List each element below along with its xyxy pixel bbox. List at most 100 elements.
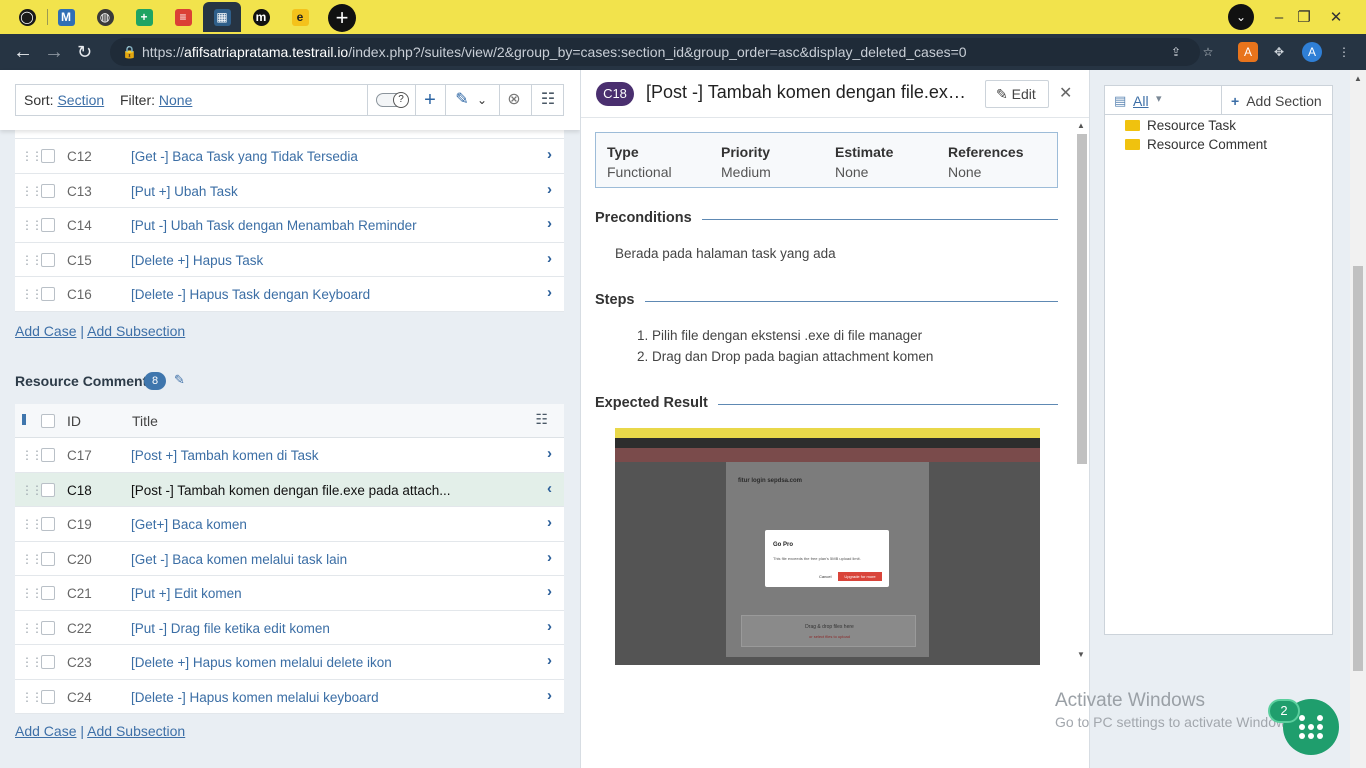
case-title-link[interactable]: [Put -] Ubah Task dengan Menambah Remind… — [131, 218, 417, 233]
table-row-selected[interactable]: ⋮⋮ C18 [Post -] Tambah komen dengan file.e… — [15, 472, 564, 507]
drag-handle-icon[interactable]: ⋮⋮ — [21, 586, 43, 600]
row-checkbox[interactable] — [41, 183, 55, 198]
table-row[interactable]: ⋮⋮ C15 [Delete +] Hapus Task › — [15, 242, 564, 277]
detail-scrollbar[interactable]: ▲ ▼ — [1074, 118, 1089, 668]
add-icon[interactable]: + — [416, 85, 444, 115]
table-row[interactable]: ⋮⋮ C23 [Delete +] Hapus komen melalui dele… — [15, 645, 564, 680]
tab-todoist[interactable]: ≡ — [164, 2, 202, 32]
delete-circle-icon[interactable]: ⊗ — [500, 85, 528, 115]
case-title-link[interactable]: [Get+] Baca komen — [131, 517, 247, 532]
tab-testrail[interactable]: ▦ — [203, 2, 241, 32]
extensions-puzzle-icon[interactable]: ✥ — [1269, 42, 1289, 62]
case-title-link[interactable]: [Put +] Ubah Task — [131, 184, 238, 199]
row-checkbox[interactable] — [41, 448, 55, 462]
scroll-up-icon[interactable]: ▲ — [1077, 121, 1085, 130]
drag-handle-icon[interactable]: ⋮⋮ — [21, 149, 43, 163]
drag-handle-icon[interactable]: ⋮⋮ — [21, 552, 43, 566]
case-title-link[interactable]: [Delete +] Hapus Task — [131, 253, 263, 268]
row-checkbox[interactable] — [41, 482, 55, 497]
page-scroll-up-icon[interactable]: ▲ — [1354, 74, 1362, 83]
tab-web[interactable]: ◍ — [86, 2, 124, 32]
column-header-id[interactable]: ID — [67, 413, 81, 429]
row-checkbox[interactable] — [41, 620, 55, 635]
chevron-right-icon[interactable]: › — [547, 618, 552, 635]
restore-icon[interactable]: ❐ — [1290, 0, 1318, 34]
drag-handle-icon[interactable]: ⋮⋮ — [21, 184, 43, 198]
columns-menu-icon[interactable]: ☷ — [535, 411, 548, 428]
row-checkbox[interactable] — [41, 586, 55, 600]
row-checkbox[interactable] — [41, 149, 55, 163]
chevron-right-icon[interactable]: › — [547, 146, 552, 163]
minimize-icon[interactable]: – — [1265, 0, 1293, 34]
chevron-right-icon[interactable]: › — [547, 215, 552, 232]
edit-button[interactable]: ✎ Edit — [985, 80, 1049, 108]
table-row[interactable]: ⋮⋮ C12 [Get -] Baca Task yang Tidak Tersed… — [15, 139, 564, 174]
row-checkbox[interactable] — [41, 689, 55, 704]
table-row[interactable]: ⋮⋮ C21 [Put +] Edit komen › — [15, 576, 564, 611]
row-checkbox[interactable] — [41, 517, 55, 531]
case-title-link[interactable]: [Put +] Edit komen — [131, 586, 242, 601]
table-row[interactable]: ⋮⋮ C22 [Put -] Drag file ketika edit komen… — [15, 610, 564, 645]
table-row[interactable]: ⋮⋮ C17 [Post +] Tambah komen di Task › — [15, 438, 564, 473]
drag-handle-icon[interactable]: ⋮⋮ — [21, 287, 43, 301]
case-title-link[interactable]: [Get -] Baca komen melalui task lain — [131, 552, 347, 567]
drag-handle-icon[interactable]: ⋮⋮ — [21, 218, 43, 232]
drag-handle-icon[interactable]: ⋮⋮ — [21, 448, 43, 462]
table-row[interactable]: ⋮⋮ C16 [Delete -] Hapus Task dengan Keyboa… — [15, 277, 564, 312]
tab-search-icon[interactable]: ⌄ — [1228, 4, 1254, 30]
filter-value-link[interactable]: None — [159, 92, 192, 108]
chevron-right-icon[interactable]: › — [547, 445, 552, 462]
chevron-right-icon[interactable]: › — [547, 687, 552, 704]
chevron-right-icon[interactable]: › — [547, 583, 552, 600]
row-checkbox[interactable] — [41, 252, 55, 267]
drag-handle-icon[interactable]: ⋮⋮ — [21, 690, 43, 704]
close-window-icon[interactable]: ✕ — [1322, 0, 1350, 34]
case-title-link[interactable]: [Delete +] Hapus komen melalui delete ik… — [131, 655, 392, 670]
chevron-right-icon[interactable]: › — [547, 250, 552, 267]
forward-arrow-icon[interactable]: → — [44, 34, 64, 70]
chevron-right-icon[interactable]: › — [547, 181, 552, 198]
chevron-right-icon[interactable]: › — [547, 549, 552, 566]
drag-handle-icon[interactable]: ⋮⋮ — [21, 517, 43, 531]
column-header-title[interactable]: Title — [132, 413, 158, 429]
scrollbar-thumb[interactable] — [1077, 134, 1087, 464]
url-field[interactable]: 🔒 https://afifsatriapratama.testrail.io/i… — [110, 38, 1200, 66]
extension-a-icon[interactable]: A — [1238, 42, 1258, 62]
case-title-link[interactable]: [Post -] Tambah komen dengan file.exe pa… — [131, 483, 450, 498]
sort-control[interactable]: Sort: Section — [24, 92, 104, 108]
tree-item-resource-task[interactable]: Resource Task — [1125, 118, 1236, 133]
reload-icon[interactable]: ↻ — [77, 34, 92, 70]
tab-mural[interactable]: m — [242, 2, 280, 32]
drag-handle-icon[interactable]: ⋮⋮ — [21, 621, 43, 635]
browser-menu-icon[interactable]: ⋮ — [1334, 42, 1354, 62]
page-scrollbar-thumb[interactable] — [1353, 266, 1363, 671]
tab-e[interactable]: e — [281, 2, 319, 32]
pencil-icon[interactable]: ✎ — [452, 85, 472, 115]
add-subsection-link[interactable]: Add Subsection — [87, 323, 185, 339]
expected-result-screenshot[interactable]: fitur login sepdsa.com Drag & drop files… — [615, 428, 1040, 665]
add-section-button[interactable]: + Add Section — [1231, 93, 1322, 109]
chevron-right-icon[interactable]: › — [547, 652, 552, 669]
chevron-down-icon[interactable]: ⌄ — [474, 85, 490, 115]
filter-control[interactable]: Filter: None — [120, 92, 192, 108]
drag-handle-icon[interactable]: ⋮⋮ — [21, 655, 43, 669]
add-subsection-link[interactable]: Add Subsection — [87, 723, 185, 739]
scroll-down-icon[interactable]: ▼ — [1077, 650, 1085, 659]
table-row[interactable]: ⋮⋮ C14 [Put -] Ubah Task dengan Menambah R… — [15, 208, 564, 243]
tree-item-resource-comment[interactable]: Resource Comment — [1125, 137, 1267, 152]
chevron-right-icon[interactable]: › — [547, 514, 552, 531]
row-checkbox[interactable] — [41, 287, 55, 301]
page-scrollbar[interactable]: ▲ — [1350, 70, 1366, 768]
table-row[interactable]: ⋮⋮ C20 [Get -] Baca komen melalui task lai… — [15, 541, 564, 576]
tab-sheets[interactable]: + — [125, 2, 163, 32]
add-case-link[interactable]: Add Case — [15, 723, 76, 739]
case-title-link[interactable]: [Get -] Baca Task yang Tidak Tersedia — [131, 149, 358, 164]
add-case-link[interactable]: Add Case — [15, 323, 76, 339]
case-title-link[interactable]: [Delete -] Hapus Task dengan Keyboard — [131, 287, 370, 302]
select-all-checkbox[interactable] — [41, 414, 55, 428]
drag-handle-icon[interactable]: ⋮⋮ — [21, 483, 43, 497]
new-tab-button[interactable]: + — [328, 4, 356, 32]
case-title-link[interactable]: [Delete -] Hapus komen melalui keyboard — [131, 690, 379, 705]
select-column-icon[interactable] — [22, 414, 26, 425]
case-title-link[interactable]: [Put -] Drag file ketika edit komen — [131, 621, 330, 636]
